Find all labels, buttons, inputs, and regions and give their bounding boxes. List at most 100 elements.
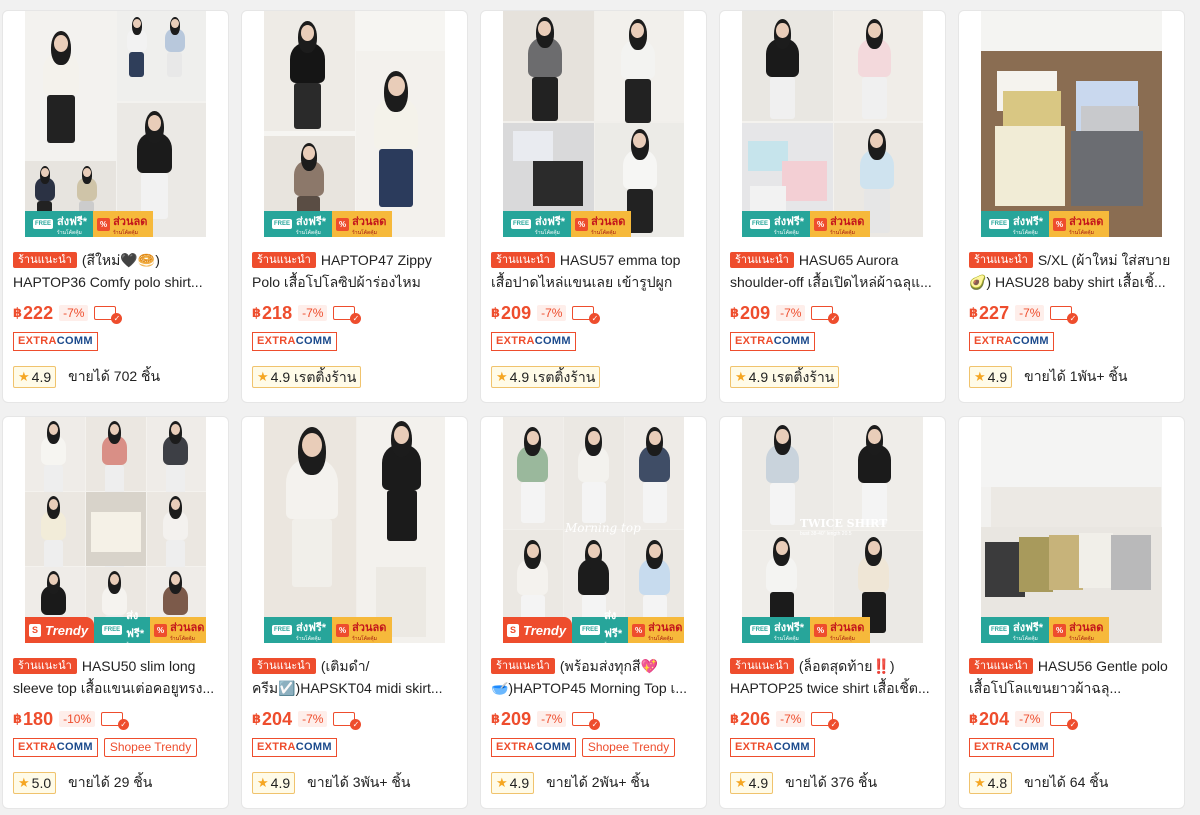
product-image[interactable]: FREE ส่งฟรี* ร้านโค้ดคุ้ม% ส่วนลด ร้านโค้ดคุ… — [264, 417, 445, 643]
discount-sub: ร้านโค้ดคุ้ม — [1069, 636, 1094, 642]
product-image[interactable]: FREE ส่งฟรี* ร้านโค้ดคุ้ม% ส่วนลด ร้านโค้ดคุ… — [742, 11, 923, 237]
product-card[interactable]: FREE ส่งฟรี* ร้านโค้ดคุ้ม% ส่วนลด ร้านโค้ดคุ… — [958, 416, 1185, 809]
product-image[interactable]: FREE ส่งฟรี* ร้านโค้ดคุ้ม% ส่วนลด ร้านโค้ดคุ… — [264, 11, 445, 237]
product-card[interactable]: FREE ส่งฟรี* ร้านโค้ดคุ้ม% ส่วนลด ร้านโค้ดคุ… — [2, 10, 229, 403]
free-shipping-label: ส่งฟรี* — [296, 216, 327, 228]
currency-symbol: ฿ — [252, 711, 262, 726]
free-shipping-sub: ร้านโค้ดคุ้ม — [296, 636, 321, 642]
product-image[interactable]: FREE ส่งฟรี* ร้านโค้ดคุ้ม% ส่วนลด ร้านโค้ดคุ… — [981, 11, 1162, 237]
extra-label: EXTRA — [18, 741, 57, 753]
comm-label: COMM — [56, 741, 93, 753]
free-shipping-badge: FREEส่งฟรี* ร้านโค้ดคุ้ม — [742, 211, 811, 237]
comm-label: COMM — [56, 335, 93, 347]
price-row: ฿ 204 -7% — [252, 706, 457, 732]
discount-label: ส่วนลด — [648, 622, 683, 634]
recommended-tag: ร้านแนะนำ — [252, 252, 316, 268]
rating-badge: ★ 5.0 — [13, 772, 57, 794]
product-card[interactable]: FREE ส่งฟรี* ร้านโค้ดคุ้ม% ส่วนลด ร้านโค้ดคุ… — [719, 10, 946, 403]
discount-percent: -10% — [59, 711, 96, 727]
free-shipping-label: ส่งฟรี* — [535, 216, 566, 228]
product-title[interactable]: ร้านแนะนำ HASU57 emma top เสื้อปาดไหล่แขน… — [491, 249, 696, 293]
discount-percent: -7% — [1015, 305, 1045, 321]
star-icon: ★ — [257, 369, 269, 384]
product-card[interactable]: FREE ส่งฟรี* ร้านโค้ดคุ้ม% ส่วนลด ร้านโค้ดคุ… — [480, 10, 707, 403]
percent-icon: % — [97, 217, 111, 231]
rating-row: ★ 4.9 ขายได้ 376 ชิ้น — [730, 772, 935, 794]
product-price: 209 — [740, 302, 771, 323]
currency-symbol: ฿ — [969, 305, 979, 320]
promo-banner: STrendyFREEส่งฟรี*ร้านโค้ดคุ้ม%ส่วนลดร้า… — [503, 610, 684, 643]
rating-badge: ★ 4.8 — [969, 772, 1013, 794]
percent-icon: % — [336, 217, 350, 231]
free-shipping-badge: FREEส่งฟรี* ร้านโค้ดคุ้ม — [742, 617, 811, 643]
product-image[interactable]: FREE ส่งฟรี* ร้านโค้ดคุ้ม% ส่วนลด ร้านโค้ดคุ… — [503, 11, 684, 237]
product-image[interactable]: FREE ส่งฟรี* ร้านโค้ดคุ้ม% ส่วนลด ร้านโค้ดคุ… — [981, 417, 1162, 643]
product-title[interactable]: ร้านแนะนำ HASU50 slim long sleeve top เสื… — [13, 655, 218, 699]
extra-comm-badge: EXTRACOMM — [969, 738, 1054, 757]
rating-value: 4.9 เรตติ้งร้าน — [509, 369, 596, 385]
free-shipping-badge: FREEส่งฟรี* ร้านโค้ดคุ้ม — [94, 610, 151, 643]
product-title[interactable]: ร้านแนะนำ (สีใหม่🖤🥯) HAPTOP36 Comfy polo … — [13, 249, 218, 293]
discount-percent: -7% — [537, 305, 567, 321]
product-card[interactable]: FREE ส่งฟรี* ร้านโค้ดคุ้ม% ส่วนลด ร้านโค้ดคุ… — [958, 10, 1185, 403]
product-title[interactable]: ร้านแนะนำ (เติมดำ/ครีม☑️)HAPSKT04 midi sk… — [252, 655, 457, 699]
star-icon: ★ — [735, 775, 747, 790]
recommended-tag: ร้านแนะนำ — [730, 252, 794, 268]
promo-banner: FREE ส่งฟรี* ร้านโค้ดคุ้ม% ส่วนลด ร้านโค้ดคุ… — [25, 211, 206, 237]
extra-comm-badge: EXTRACOMM — [730, 332, 815, 351]
star-icon: ★ — [18, 775, 30, 790]
coupon-icon — [572, 306, 601, 324]
comm-label: COMM — [1012, 741, 1049, 753]
product-title[interactable]: ร้านแนะนำ (พร้อมส่งทุกสี💖🥣)HAPTOP45 Morni… — [491, 655, 696, 699]
product-info: ร้านแนะนำ (สีใหม่🖤🥯) HAPTOP36 Comfy polo … — [3, 237, 228, 388]
product-card[interactable]: FREE ส่งฟรี* ร้านโค้ดคุ้ม% ส่วนลด ร้านโค้ดคุ… — [241, 416, 468, 809]
product-title[interactable]: ร้านแนะนำ S/XL (ผ้าใหม่ ใส่สบาย🥑) HASU28 … — [969, 249, 1174, 293]
product-info: ร้านแนะนำ HASU50 slim long sleeve top เสื… — [3, 643, 228, 794]
rating-row: ★ 4.9 เรตติ้งร้าน — [491, 366, 696, 388]
trendy-label: Trendy — [523, 622, 567, 638]
price-row: ฿ 227 -7% — [969, 300, 1174, 326]
discount-sub: ร้านโค้ดคุ้ม — [1069, 230, 1094, 236]
comm-label: COMM — [773, 335, 810, 347]
comm-label: COMM — [534, 335, 571, 347]
rating-row: ★ 4.9 เรตติ้งร้าน — [252, 366, 457, 388]
product-info: ร้านแนะนำ S/XL (ผ้าใหม่ ใส่สบาย🥑) HASU28 … — [959, 237, 1184, 388]
price-row: ฿ 180 -10% — [13, 706, 218, 732]
percent-icon: % — [1053, 217, 1067, 231]
product-card[interactable]: FREE ส่งฟรี* ร้านโค้ดคุ้ม% ส่วนลด ร้านโค้ดคุ… — [241, 10, 468, 403]
extra-label: EXTRA — [257, 741, 296, 753]
product-image[interactable]: TWICE SHIRT bust 38-40" length 20.5 FREE ส่… — [742, 417, 923, 643]
discount-badge: % ส่วนลด ร้านโค้ดคุ้ม — [1049, 211, 1110, 237]
rating-row: ★ 4.9 ขายได้ 1พัน+ ชิ้น — [969, 366, 1174, 388]
price-row: ฿ 209 -7% — [730, 300, 935, 326]
coupon-icon — [333, 306, 362, 324]
product-card[interactable]: STrendyFREEส่งฟรี*ร้านโค้ดคุ้ม%ส่วนลดร้า… — [2, 416, 229, 809]
product-card[interactable]: TWICE SHIRT bust 38-40" length 20.5 FREE ส่… — [719, 416, 946, 809]
product-title[interactable]: ร้านแนะนำ (ล็อตสุดท้าย‼️) HAPTOP25 twice … — [730, 655, 935, 699]
free-shipping-label: ส่งฟรี* — [1013, 216, 1044, 228]
promo-banner: FREE ส่งฟรี* ร้านโค้ดคุ้ม% ส่วนลด ร้านโค้ดคุ… — [742, 617, 923, 643]
product-title[interactable]: ร้านแนะนำ HASU65 Aurora shoulder-off เสื้… — [730, 249, 935, 293]
truck-icon: FREE — [272, 625, 293, 635]
extra-label: EXTRA — [496, 741, 535, 753]
product-title[interactable]: ร้านแนะนำ HAPTOP47 Zippy Polo เสื้อโปโลซิ… — [252, 249, 457, 293]
truck-icon: FREE — [989, 219, 1010, 229]
rating-value: 4.9 — [509, 775, 530, 791]
truck-icon: FREE — [750, 625, 771, 635]
free-shipping-sub: ร้านโค้ดคุ้ม — [535, 230, 560, 236]
discount-label: ส่วนลด — [830, 622, 865, 634]
product-image[interactable]: FREE ส่งฟรี* ร้านโค้ดคุ้ม% ส่วนลด ร้านโค้ดคุ… — [25, 11, 206, 237]
extra-label: EXTRA — [496, 335, 535, 347]
extra-comm-badge: EXTRACOMM — [252, 332, 337, 351]
free-shipping-badge: FREEส่งฟรี* ร้านโค้ดคุ้ม — [503, 211, 572, 237]
product-image[interactable]: STrendyFREEส่งฟรี*ร้านโค้ดคุ้ม%ส่วนลดร้า… — [25, 417, 206, 643]
discount-badge: % ส่วนลด ร้านโค้ดคุ้ม — [1049, 617, 1110, 643]
product-card[interactable]: Morning top S Trendy FREEส่งฟรี* ร้านโค้ดคุ้… — [480, 416, 707, 809]
discount-percent: -7% — [298, 711, 328, 727]
currency-symbol: ฿ — [13, 711, 23, 726]
image-caption-sub: bust 38-40" length 20.5 — [800, 531, 852, 537]
extra-label: EXTRA — [735, 335, 774, 347]
product-title[interactable]: ร้านแนะนำ HASU56 Gentle polo เสื้อโปโลแขน… — [969, 655, 1174, 699]
product-image[interactable]: Morning top S Trendy FREEส่งฟรี* ร้านโค้ดคุ้… — [503, 417, 684, 643]
truck-icon: FREE — [580, 625, 601, 635]
